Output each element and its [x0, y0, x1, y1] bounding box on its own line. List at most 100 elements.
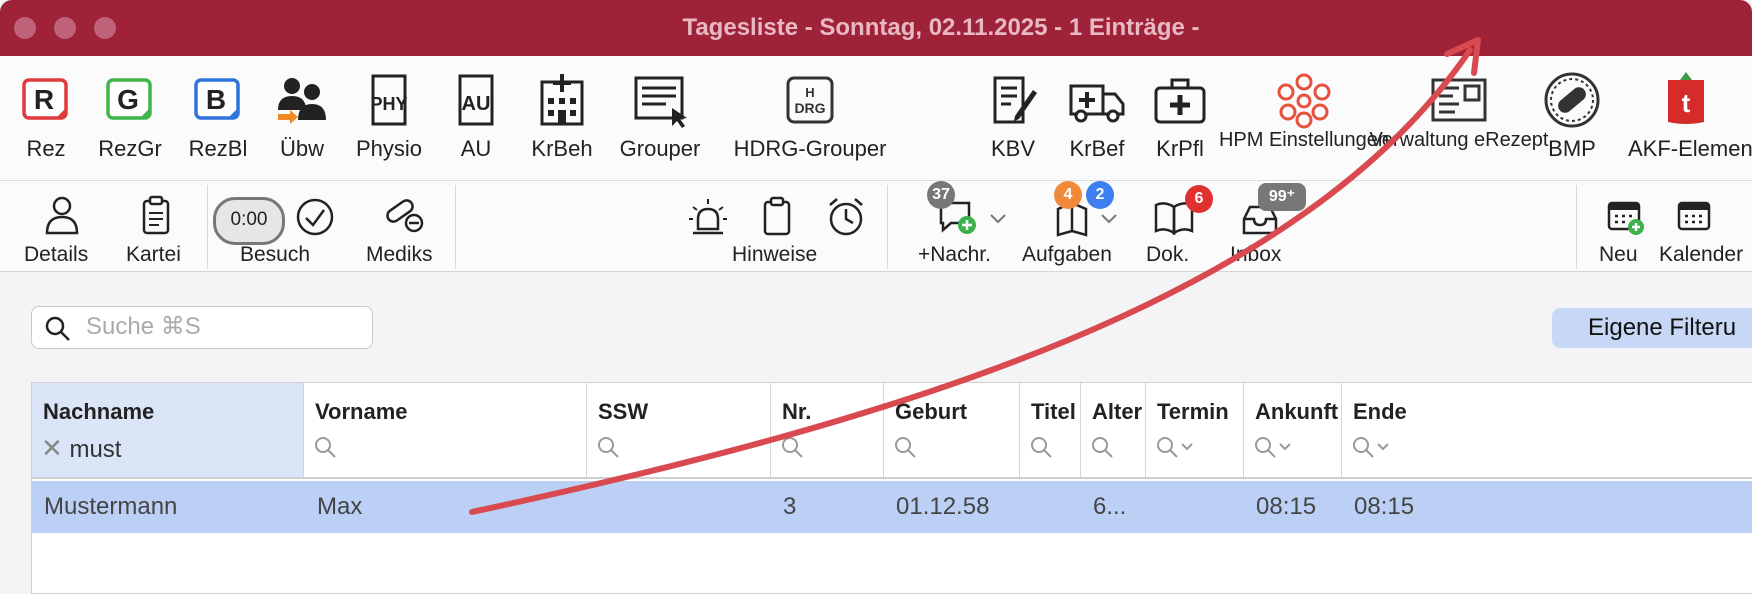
hpm-hearts-icon [1277, 73, 1331, 129]
cell-vorname: Max [317, 493, 363, 520]
nachname-filter-value: must [69, 436, 122, 463]
search-dropdown-icon[interactable] [1253, 433, 1293, 463]
calendar-icon [1677, 201, 1711, 231]
akf-book-icon: t [1668, 72, 1704, 124]
header-divider [32, 477, 1752, 479]
search-icon[interactable] [780, 433, 806, 463]
medical-kit-icon [1154, 78, 1206, 124]
mediks-button[interactable]: Mediks [360, 181, 446, 271]
svg-text:t: t [1682, 88, 1691, 118]
tasks-badge-orange: 4 [1054, 181, 1082, 209]
physio-document-icon: PHY [370, 74, 408, 126]
details-label: Details [24, 243, 89, 266]
inbox-label: Inbox [1230, 243, 1282, 266]
toolbar-krpfl[interactable]: KrPfl [1150, 56, 1210, 180]
nachname-filter[interactable]: ✕ must [41, 433, 121, 463]
svg-text:H: H [805, 85, 814, 100]
tasks-badge-blue: 2 [1086, 181, 1114, 209]
calendar-button[interactable]: Kalender [1657, 181, 1752, 271]
kbv-edit-document-icon [993, 76, 1037, 124]
column-header-nr[interactable]: Nr. [771, 383, 884, 477]
visit-timer[interactable]: 0:00 [213, 197, 285, 245]
toolbar-au[interactable]: AU AU [448, 56, 504, 180]
cell-geburt: 01.12.58 [896, 493, 990, 520]
svg-text:G: G [117, 84, 139, 115]
neu-label: Neu [1599, 243, 1638, 266]
search-icon[interactable] [1029, 433, 1055, 463]
svg-text:DRG: DRG [794, 100, 825, 116]
alarm-clock-icon[interactable] [826, 195, 866, 237]
search-input[interactable] [84, 311, 358, 343]
aufgaben-label: Aufgaben [1022, 243, 1112, 266]
column-label: Nr. [782, 399, 812, 424]
search-box [31, 306, 373, 349]
search-dropdown-icon[interactable] [1351, 433, 1391, 463]
toolbar-divider [207, 185, 208, 269]
checkmark-circle-icon[interactable] [295, 197, 335, 237]
hospital-icon [540, 74, 584, 126]
column-header-ssw[interactable]: SSW [587, 383, 771, 477]
toolbar-divider [455, 185, 456, 269]
ambulance-icon [1069, 84, 1125, 123]
toolbar-kbv[interactable]: KBV [983, 56, 1043, 180]
hinweise-label: Hinweise [732, 243, 818, 266]
column-header-ende[interactable]: Ende [1342, 383, 1752, 477]
tasks-button[interactable]: 4 2 Aufgaben [1020, 181, 1130, 271]
column-label: Titel [1031, 399, 1076, 424]
toolbar-akf-label: AKF-Elemen [1628, 136, 1752, 161]
toolbar-rezgr[interactable]: G RezGr [98, 56, 162, 180]
toolbar-rez[interactable]: R Rez [18, 56, 74, 180]
custom-filter-button[interactable]: Eigene Filteru [1552, 308, 1752, 348]
toolbar-akf-elemente[interactable]: t AKF-Elemen [1628, 56, 1752, 180]
toolbar-bmp[interactable]: BMP [1542, 56, 1602, 180]
new-appointment-button[interactable]: Neu [1595, 181, 1655, 271]
au-document-icon: AU [458, 74, 494, 126]
toolbar-hdrg-grouper-label: HDRG-Grouper [733, 136, 887, 161]
toolbar-rezbl[interactable]: B RezBl [189, 56, 247, 180]
column-header-geburt[interactable]: Geburt [884, 383, 1020, 477]
table-row[interactable]: Mustermann Max 3 01.12.58 6... 08:15 08:… [32, 481, 1752, 533]
alarm-light-icon[interactable] [688, 197, 728, 237]
toolbar-krbeh[interactable]: KrBeh [531, 56, 593, 180]
dok-label: Dok. [1146, 243, 1190, 266]
referral-people-icon [278, 78, 326, 124]
main-toolbar: R Rez G RezGr B RezBl Übw PHY Physio AU … [0, 56, 1752, 181]
toolbar-hdrg-grouper[interactable]: H DRG HDRG-Grouper [734, 56, 886, 180]
prescription-red-icon: R [22, 78, 68, 120]
column-header-vorname[interactable]: Vorname [304, 383, 587, 477]
clipboard-hint-icon[interactable] [760, 195, 794, 237]
search-dropdown-icon[interactable] [1155, 433, 1195, 463]
search-icon[interactable] [1090, 433, 1116, 463]
column-label: Ankunft [1255, 399, 1339, 424]
toolbar-grouper[interactable]: Grouper [620, 56, 700, 180]
search-icon[interactable] [893, 433, 919, 463]
toolbar-physio[interactable]: PHY Physio [356, 56, 422, 180]
medication-plan-icon [1544, 72, 1600, 128]
toolbar-uebw[interactable]: Übw [272, 56, 332, 180]
clear-filter-icon[interactable]: ✕ [41, 433, 63, 463]
inbox-button[interactable]: 99⁺ Inbox [1226, 181, 1326, 271]
column-header-termin[interactable]: Termin [1146, 383, 1244, 477]
new-message-button[interactable]: 37 +Nachr. [915, 181, 1015, 271]
search-icon [45, 316, 70, 341]
window-title: Tagesliste - Sonntag, 02.11.2025 - 1 Ein… [682, 14, 1200, 41]
toolbar-verwaltung-erezept[interactable]: Verwaltung eRezept [1369, 56, 1549, 180]
cell-ankunft: 08:15 [1256, 493, 1317, 520]
besuch-label: Besuch [240, 243, 311, 266]
search-icon[interactable] [596, 433, 622, 463]
search-icon[interactable] [313, 433, 339, 463]
toolbar-hpm-einstellungen[interactable]: HPM Einstellungen [1219, 56, 1389, 180]
details-button[interactable]: Details [20, 181, 100, 271]
column-header-ankunft[interactable]: Ankunft [1244, 383, 1342, 477]
hdrg-document-icon: H DRG [786, 76, 834, 124]
secondary-toolbar: Details Kartei 0:00 Besuch Mediks Hinwei… [0, 181, 1752, 272]
column-header-nachname[interactable]: Nachname ✕ must [32, 383, 304, 477]
column-label: Termin [1157, 399, 1229, 424]
toolbar-krbef[interactable]: KrBef [1067, 56, 1127, 180]
documents-button[interactable]: 6 Dok. [1143, 181, 1213, 271]
column-header-titel[interactable]: Titel [1020, 383, 1081, 477]
column-header-alter[interactable]: Alter [1081, 383, 1146, 477]
person-icon [45, 196, 79, 235]
toolbar-divider [1576, 185, 1577, 269]
kartei-button[interactable]: Kartei [122, 181, 192, 271]
